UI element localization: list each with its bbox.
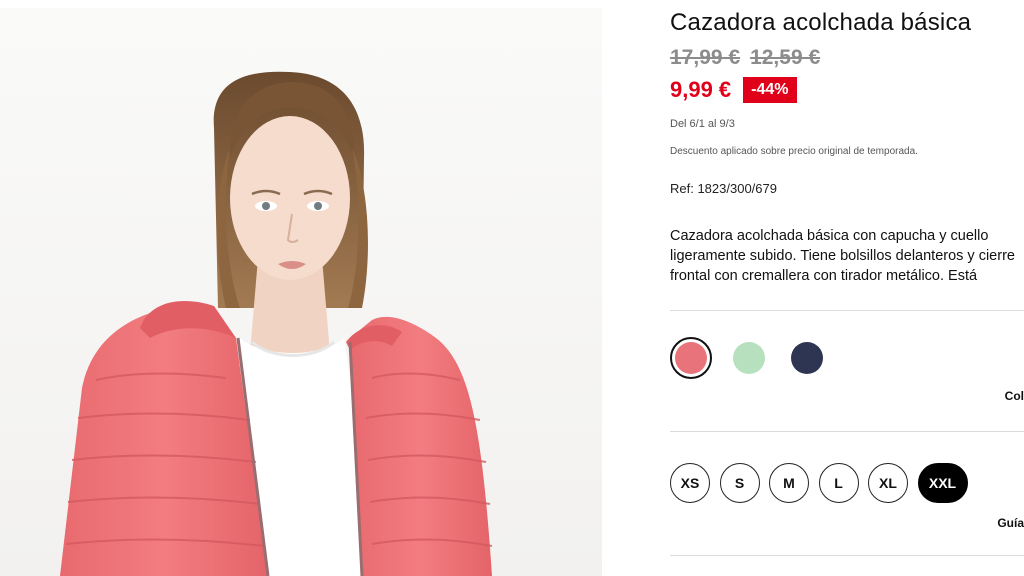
divider <box>670 431 1024 432</box>
original-prices: 17,99 € 12,59 € <box>670 46 830 70</box>
size-m-button[interactable]: M <box>769 463 809 503</box>
color-swatch-navy[interactable] <box>786 337 828 379</box>
product-title: Cazadora acolchada básica <box>670 9 972 36</box>
product-photo <box>0 8 602 576</box>
size-xl-button[interactable]: XL <box>868 463 908 503</box>
discount-badge: -44% <box>743 77 797 103</box>
color-swatch-coral[interactable] <box>670 337 712 379</box>
price-row: 9,99 € -44% <box>670 77 797 103</box>
current-price: 9,99 € <box>670 77 732 102</box>
color-swatch-mint[interactable] <box>728 337 770 379</box>
size-xs-button[interactable]: XS <box>670 463 710 503</box>
product-info-panel: Cazadora acolchada básica 17,99 € 12,59 €… <box>670 0 1024 576</box>
divider <box>670 555 1024 556</box>
divider <box>670 310 1024 311</box>
product-description: Cazadora acolchada básica con capucha y … <box>670 228 1015 284</box>
swatch-mint <box>733 342 765 374</box>
swatch-coral <box>675 342 707 374</box>
discount-note: Descuento aplicado sobre precio original… <box>670 146 918 157</box>
product-reference: Ref: 1823/300/679 <box>670 181 777 196</box>
size-xxl-button[interactable]: XXL <box>917 463 968 503</box>
size-l-button[interactable]: L <box>818 463 859 503</box>
size-selector: XS S M L XL XXL <box>670 463 977 503</box>
previous-price: 12,59 € <box>750 46 821 69</box>
promo-dates: Del 6/1 al 9/3 <box>670 118 735 130</box>
color-swatches <box>670 337 844 379</box>
size-guide-link[interactable]: Guía <box>997 516 1024 530</box>
original-price: 17,99 € <box>670 46 741 69</box>
swatch-navy <box>791 342 823 374</box>
product-image[interactable] <box>0 8 602 576</box>
size-s-button[interactable]: S <box>719 463 760 503</box>
color-label: Col <box>1004 389 1024 403</box>
